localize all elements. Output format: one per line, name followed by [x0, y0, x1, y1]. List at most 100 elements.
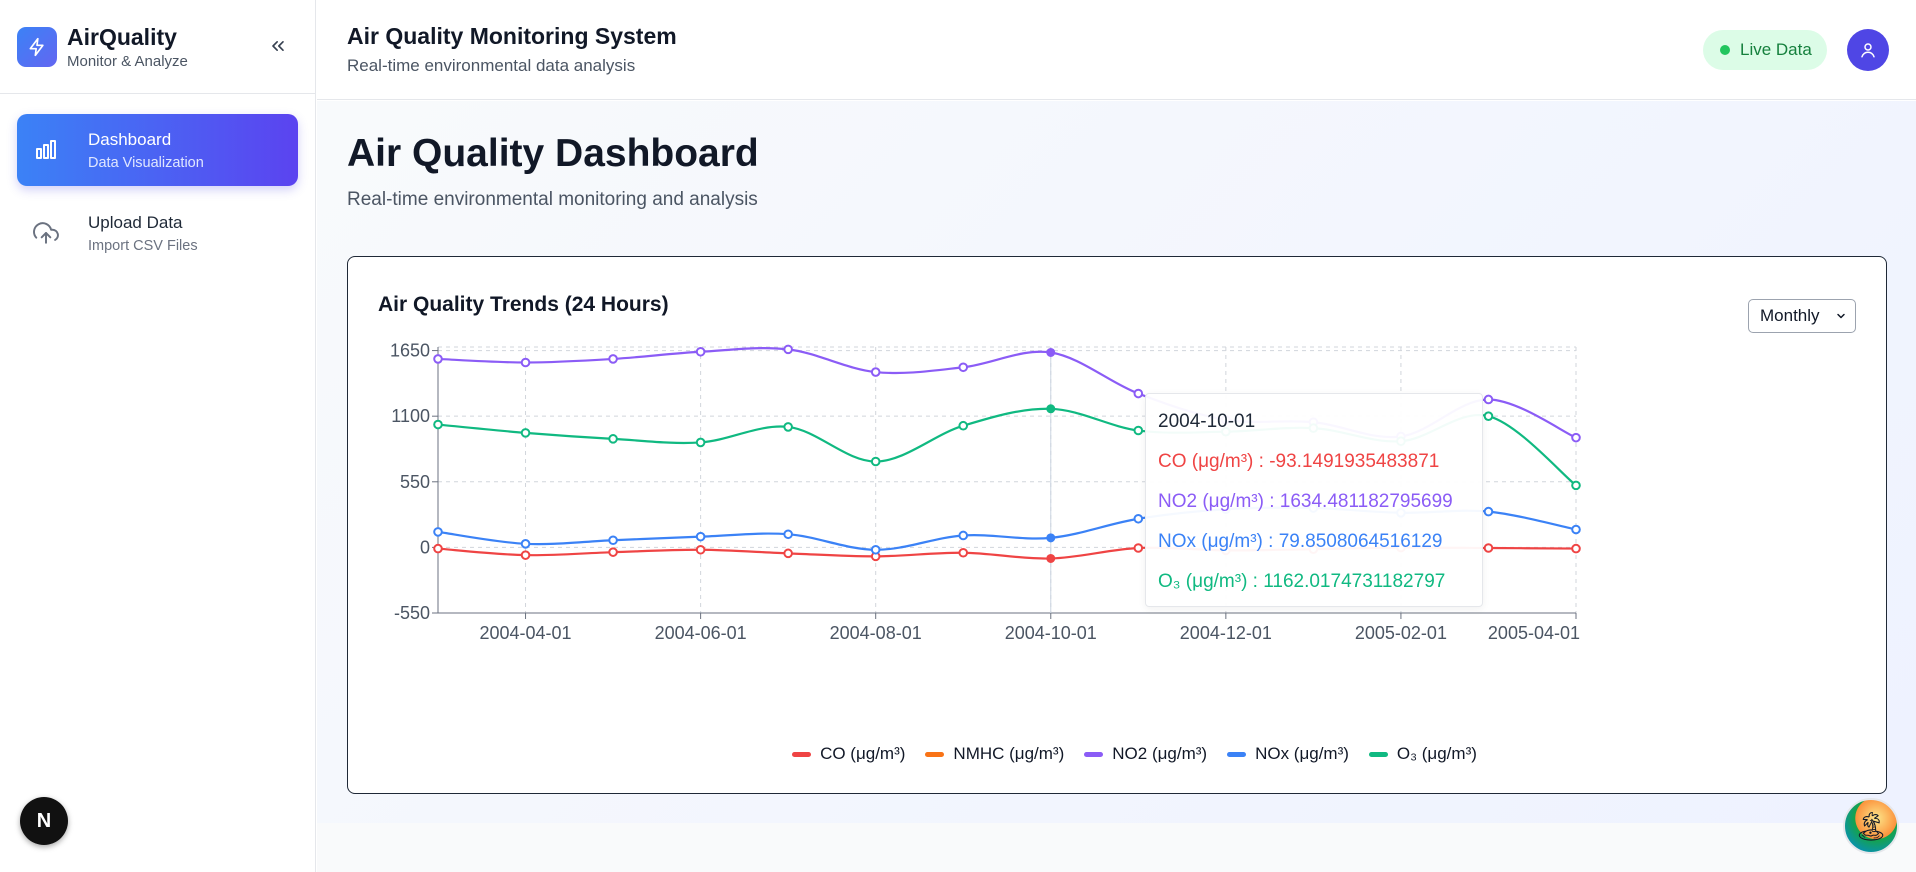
- cloud-upload-icon: [31, 218, 61, 248]
- y-tick-label: 0: [420, 537, 430, 557]
- x-tick-label: 2004-04-01: [479, 623, 571, 643]
- data-point-co: [958, 547, 969, 558]
- legend-label: NMHC (μg/m³): [953, 744, 1065, 763]
- page-title: Air Quality Dashboard: [347, 132, 759, 175]
- chart-legend: CO (μg/m³) NMHC (μg/m³) NO2 (μg/m³) NOx …: [348, 744, 1886, 764]
- data-point-no2: [958, 362, 969, 373]
- live-data-badge: Live Data: [1703, 30, 1827, 70]
- data-point-nox: [1046, 533, 1056, 543]
- data-point-o3: [958, 420, 969, 431]
- brand-subtitle: Monitor & Analyze: [67, 52, 188, 70]
- x-tick-label: 2005-04-01: [1488, 623, 1580, 643]
- data-point-co: [608, 547, 618, 557]
- legend-swatch: [1227, 751, 1247, 757]
- legend-item-nmhc[interactable]: NMHC (μg/m³): [925, 744, 1064, 764]
- top-header: Air Quality Monitoring System Real-time …: [317, 0, 1916, 100]
- data-point-o3: [870, 456, 881, 467]
- data-point-no2: [1571, 432, 1581, 443]
- data-point-nox: [1133, 513, 1144, 524]
- tooltip-row-co: CO (μg/m³) : -93.1491935483871: [1158, 451, 1440, 472]
- trends-chart-card: Air Quality Trends (24 Hours) Monthly 16…: [347, 256, 1887, 794]
- sidebar-item-label: Dashboard: [88, 130, 172, 149]
- data-point-no2: [433, 354, 443, 364]
- nextjs-dev-badge[interactable]: N: [20, 797, 68, 845]
- y-tick-label: 1100: [391, 406, 430, 426]
- data-point-nox: [695, 531, 706, 542]
- legend-label: CO (μg/m³): [820, 744, 906, 763]
- user-avatar-button[interactable]: [1847, 29, 1889, 71]
- data-point-nox: [608, 535, 618, 546]
- data-point-co: [520, 550, 531, 560]
- data-point-o3: [1483, 411, 1494, 421]
- tooltip-row-nox: NOx (μg/m³) : 79.8508064516129: [1158, 531, 1443, 552]
- sidebar-item-sublabel: Import CSV Files: [88, 238, 198, 254]
- x-tick-label: 2004-12-01: [1180, 623, 1272, 643]
- badge-letter: N: [36, 809, 52, 832]
- data-point-co: [1046, 553, 1056, 563]
- data-point-nox: [1571, 524, 1581, 535]
- data-point-o3: [608, 434, 618, 444]
- data-point-co: [695, 544, 706, 555]
- legend-label: NOx (μg/m³): [1255, 744, 1349, 763]
- sidebar-item-label: Upload Data: [88, 213, 183, 232]
- legend-label: O₃ (μg/m³): [1396, 744, 1477, 763]
- line-chart: 1650 1100 550 0 -550 2004-04-01 2004-06-01 2004…: [390, 341, 1581, 643]
- lightning-icon: [17, 26, 57, 67]
- live-data-label: Live Data: [1740, 40, 1812, 59]
- legend-label: NO2 (μg/m³): [1112, 744, 1208, 763]
- data-point-co: [433, 543, 443, 554]
- x-tick-label: 2004-10-01: [1005, 623, 1097, 643]
- legend-item-no2[interactable]: NO2 (μg/m³): [1084, 744, 1207, 764]
- main-content: Air Quality Dashboard Real-time environm…: [317, 101, 1916, 823]
- legend-swatch: [1368, 751, 1388, 757]
- user-icon: [1861, 43, 1875, 58]
- x-tick-label: 2005-02-01: [1355, 623, 1447, 643]
- data-point-co: [783, 548, 793, 559]
- beach-sunset-icon[interactable]: 🏝: [1843, 798, 1899, 854]
- data-point-no2: [783, 344, 793, 355]
- bar-chart-icon: [31, 135, 61, 165]
- x-tick-label: 2004-06-01: [655, 623, 747, 643]
- sidebar-nav: Dashboard Data Visualization Upload Data…: [0, 94, 315, 300]
- y-tick-label: 550: [400, 472, 430, 492]
- data-point-no2: [695, 346, 706, 357]
- x-tick-label: 2004-08-01: [830, 623, 922, 643]
- legend-item-nox[interactable]: NOx (μg/m³): [1227, 744, 1349, 764]
- data-point-nox: [958, 530, 969, 541]
- y-tick-label: 1650: [390, 341, 430, 361]
- data-point-no2: [1133, 388, 1144, 399]
- header-subtitle: Real-time environmental data analysis: [347, 56, 636, 75]
- data-point-nox: [870, 544, 881, 555]
- tooltip-date: 2004-10-01: [1158, 411, 1256, 432]
- data-point-o3: [1571, 480, 1581, 491]
- legend-swatch: [792, 751, 812, 757]
- sidebar-item-upload-data[interactable]: Upload Data Import CSV Files: [17, 197, 298, 269]
- data-point-o3: [1046, 404, 1056, 414]
- tooltip-row-o3: O₃ (μg/m³) : 1162.0174731182797: [1158, 571, 1446, 592]
- data-point-co: [1571, 543, 1581, 554]
- data-point-o3: [433, 419, 443, 430]
- legend-swatch: [1084, 751, 1104, 757]
- tooltip-row-no2: NO2 (μg/m³) : 1634.481182795699: [1158, 491, 1453, 512]
- sidebar-item-dashboard[interactable]: Dashboard Data Visualization: [17, 114, 298, 186]
- data-point-nox: [520, 539, 531, 549]
- data-point-co: [1133, 543, 1144, 553]
- data-point-o3: [520, 428, 531, 438]
- data-point-no2: [608, 354, 618, 364]
- data-point-no2: [1046, 347, 1056, 357]
- data-point-no2: [520, 357, 531, 368]
- sidebar: AirQuality Monitor & Analyze Dashboard D…: [0, 0, 316, 872]
- live-status-dot: [1720, 45, 1730, 55]
- legend-item-co[interactable]: CO (μg/m³): [792, 744, 905, 764]
- chevrons-left-icon: [272, 41, 284, 52]
- legend-swatch: [925, 751, 945, 757]
- header-title: Air Quality Monitoring System: [347, 23, 677, 49]
- legend-item-o3[interactable]: O₃ (μg/m³): [1368, 744, 1477, 764]
- data-point-o3: [1133, 425, 1144, 436]
- sidebar-item-sublabel: Data Visualization: [88, 155, 204, 171]
- data-point-nox: [783, 529, 793, 540]
- collapse-sidebar-button[interactable]: [265, 33, 291, 59]
- page-footer-strip: [317, 823, 1916, 872]
- data-point-o3: [783, 422, 793, 432]
- data-point-co: [1483, 543, 1494, 553]
